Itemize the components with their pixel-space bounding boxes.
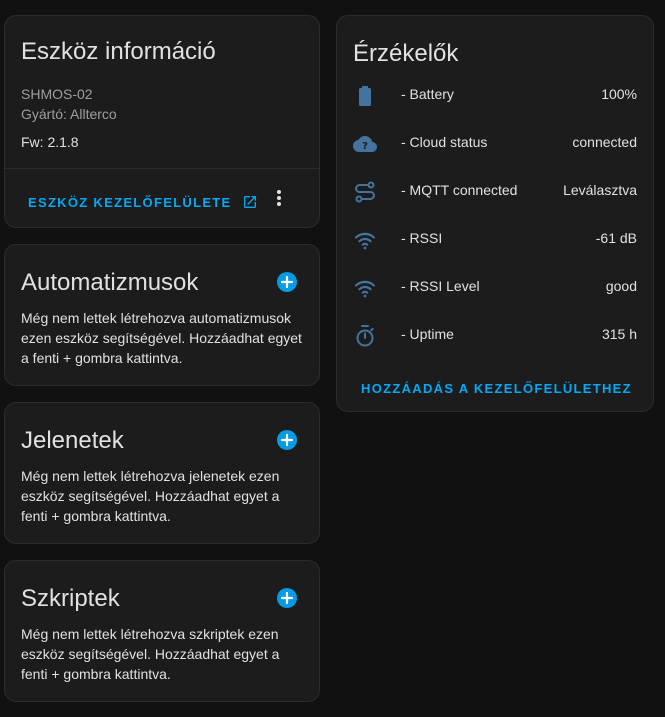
- add-to-dashboard-link[interactable]: HOZZÁADÁS A KEZELŐFELÜLETHEZ: [361, 381, 632, 396]
- connection-icon: [355, 181, 375, 203]
- sensor-row-mqtt[interactable]: - MQTT connected Leválasztva: [337, 168, 653, 216]
- sensor-value: good: [605, 278, 637, 294]
- sensor-name: - Battery: [401, 86, 454, 102]
- sensor-name: - RSSI Level: [401, 278, 480, 294]
- more-options-button[interactable]: [269, 186, 289, 210]
- scenes-card: Jelenetek Még nem lettek létrehozva jele…: [4, 402, 320, 544]
- add-script-button[interactable]: [277, 588, 297, 608]
- open-in-new-icon: [244, 196, 257, 208]
- dots-vertical-icon: [277, 190, 281, 206]
- scripts-title: Szkriptek: [21, 585, 120, 612]
- scenes-title: Jelenetek: [21, 427, 124, 454]
- sensor-value: -61 dB: [595, 230, 637, 246]
- plus-icon: [280, 275, 294, 289]
- plus-icon: [280, 591, 294, 605]
- add-scene-button[interactable]: [277, 430, 297, 450]
- svg-text:?: ?: [362, 141, 368, 152]
- scripts-card: Szkriptek Még nem lettek létrehozva szkr…: [4, 560, 320, 702]
- cloud-question-icon: ?: [353, 136, 377, 152]
- sensors-title: Érzékelők: [353, 40, 459, 67]
- sensor-value: connected: [572, 134, 637, 150]
- device-ui-link[interactable]: ESZKÖZ KEZELŐFELÜLETE: [28, 191, 257, 210]
- automations-title: Automatizmusok: [21, 269, 199, 296]
- sensor-value: 100%: [601, 86, 637, 102]
- add-automation-button[interactable]: [277, 272, 297, 292]
- sensor-row-cloud-status[interactable]: ? - Cloud status connected: [337, 120, 653, 168]
- sensor-value: 315 h: [601, 326, 637, 342]
- sensor-row-rssi[interactable]: - RSSI -61 dB: [337, 216, 653, 264]
- wifi-icon: [354, 232, 376, 250]
- sensor-name: - MQTT connected: [401, 182, 518, 198]
- sensor-row-battery[interactable]: - Battery 100%: [337, 72, 653, 120]
- timer-icon: [356, 325, 374, 347]
- device-ui-link-label: ESZKÖZ KEZELŐFELÜLETE: [28, 195, 232, 210]
- plus-icon: [280, 433, 294, 447]
- scripts-description: Még nem lettek létrehozva szkriptek ezen…: [21, 626, 280, 682]
- wifi-icon: [354, 280, 376, 298]
- device-info-card: Eszköz információ SHMOS-02 Gyártó: Allte…: [4, 15, 320, 228]
- automations-description: Még nem lettek létrehozva automatizmusok…: [21, 310, 302, 366]
- sensor-name: - RSSI: [401, 230, 443, 246]
- sensor-row-uptime[interactable]: - Uptime 315 h: [337, 312, 653, 360]
- battery-icon: [359, 86, 371, 106]
- device-firmware: Fw: 2.1.8: [21, 134, 79, 150]
- sensors-card: Érzékelők - Battery 100% ? - Cloud statu…: [336, 15, 654, 412]
- automations-card: Automatizmusok Még nem lettek létrehozva…: [4, 244, 320, 386]
- sensor-name: - Cloud status: [401, 134, 488, 150]
- sensor-value: Leválasztva: [563, 182, 637, 198]
- sensor-row-rssi-level[interactable]: - RSSI Level good: [337, 264, 653, 312]
- sensor-name: - Uptime: [401, 326, 454, 342]
- device-model: SHMOS-02: [21, 86, 93, 102]
- scenes-description: Még nem lettek létrehozva jelenetek ezen…: [21, 468, 280, 524]
- device-info-title: Eszköz információ: [21, 38, 216, 65]
- card-divider: [5, 168, 319, 169]
- device-manufacturer: Gyártó: Allterco: [21, 106, 117, 122]
